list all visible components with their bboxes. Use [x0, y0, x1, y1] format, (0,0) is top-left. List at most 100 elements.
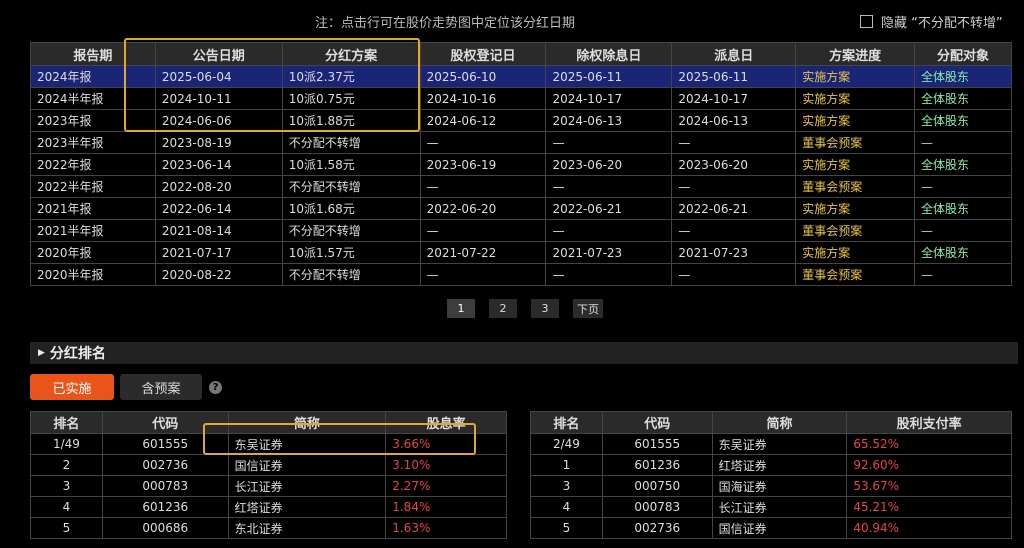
table-row[interactable]: 2020年报 2021-07-17 10派1.57元 2021-07-22 20…: [30, 241, 1012, 264]
cell: 2021-07-23: [545, 241, 673, 264]
cell: 全体股东: [914, 197, 1012, 220]
cell: 国信证券: [227, 454, 387, 476]
cell: 2023-08-19: [154, 131, 283, 154]
cell: 2025-06-10: [419, 65, 547, 88]
table-row[interactable]: 5 000686 东北证券 1.63%: [30, 517, 507, 539]
cell: 2022-06-21: [671, 197, 797, 220]
cell: 2024-06-13: [671, 109, 797, 132]
cell: 实施方案: [795, 87, 916, 110]
table-row[interactable]: 2023半年报 2023-08-19 不分配不转增 — — — 董事会预案 —: [30, 131, 1012, 154]
cell: 10派1.68元: [281, 197, 421, 220]
col-header-announce-date[interactable]: 公告日期: [154, 42, 283, 66]
col-header-progress[interactable]: 方案进度: [795, 42, 916, 66]
cell: 1: [530, 454, 603, 476]
next-page-button[interactable]: 下页: [573, 299, 603, 318]
cell: 3.66%: [385, 433, 507, 455]
table-row[interactable]: 2021年报 2022-06-14 10派1.68元 2022-06-20 20…: [30, 197, 1012, 220]
table-row[interactable]: 2/49 601555 东吴证券 65.52%: [530, 433, 1012, 455]
cell: 4: [530, 496, 603, 518]
table-row[interactable]: 5 002736 国信证券 40.94%: [530, 517, 1012, 539]
cell: 不分配不转增: [281, 219, 421, 242]
payout-ratio-ranking-table: 排名 代码 简称 股利支付率 2/49 601555 东吴证券 65.52% 1…: [530, 411, 1012, 539]
cell: —: [671, 263, 797, 286]
table-row[interactable]: 3 000750 国海证券 53.67%: [530, 475, 1012, 497]
table-row[interactable]: 2024半年报 2024-10-11 10派0.75元 2024-10-16 2…: [30, 87, 1012, 110]
with-plan-tab[interactable]: 含预案: [120, 374, 202, 400]
page-button-2[interactable]: 2: [489, 299, 517, 318]
cell: 2021半年报: [30, 219, 156, 242]
table-row[interactable]: 1 601236 红塔证券 92.60%: [530, 454, 1012, 476]
cell: 2020-08-22: [154, 263, 283, 286]
cell: 601236: [101, 496, 229, 518]
cell: 实施方案: [795, 197, 916, 220]
col-header-pay-date[interactable]: 派息日: [671, 42, 797, 66]
cell: —: [671, 175, 797, 198]
cell: 2024-10-16: [419, 87, 547, 110]
cell: 10派1.88元: [281, 109, 421, 132]
cell: 2024半年报: [30, 87, 156, 110]
cell: 东吴证券: [711, 433, 848, 455]
cell: 2023-06-14: [154, 153, 283, 176]
cell: —: [419, 219, 547, 242]
cell: 实施方案: [795, 65, 916, 88]
table-row[interactable]: 4 601236 红塔证券 1.84%: [30, 496, 507, 518]
hide-toggle-label: 隐藏 “不分配不转增”: [881, 16, 1003, 31]
cell: 董事会预案: [795, 219, 916, 242]
cell: 2024-06-06: [154, 109, 283, 132]
table-row[interactable]: 4 000783 长江证券 45.21%: [530, 496, 1012, 518]
page-button-3[interactable]: 3: [531, 299, 559, 318]
cell: 2.27%: [385, 475, 507, 497]
col-header-name: 简称: [227, 411, 387, 434]
col-header-target[interactable]: 分配对象: [914, 42, 1012, 66]
table-row[interactable]: 2020半年报 2020-08-22 不分配不转增 — — — 董事会预案 —: [30, 263, 1012, 286]
cell: 000783: [601, 496, 713, 518]
cell: 5: [30, 517, 103, 539]
cell: 2022-06-20: [419, 197, 547, 220]
table-header-row: 排名 代码 简称 股利支付率: [530, 411, 1012, 434]
cell: 国信证券: [711, 517, 848, 539]
help-icon[interactable]: ?: [209, 381, 222, 394]
table-row[interactable]: 1/49 601555 东吴证券 3.66%: [30, 433, 507, 455]
table-header-row: 报告期 公告日期 分红方案 股权登记日 除权除息日 派息日 方案进度 分配对象: [30, 42, 1012, 66]
col-header-report-period[interactable]: 报告期: [30, 42, 156, 66]
table-row[interactable]: 3 000783 长江证券 2.27%: [30, 475, 507, 497]
cell: 10派0.75元: [281, 87, 421, 110]
cell: 2022年报: [30, 153, 156, 176]
cell: 2021年报: [30, 197, 156, 220]
cell: 2021-07-23: [671, 241, 797, 264]
col-header-ex-date[interactable]: 除权除息日: [545, 42, 673, 66]
cell: 红塔证券: [227, 496, 387, 518]
col-header-plan[interactable]: 分红方案: [281, 42, 421, 66]
table-row[interactable]: 2024年报 2025-06-04 10派2.37元 2025-06-10 20…: [30, 65, 1012, 88]
cell: 2024-10-11: [154, 87, 283, 110]
implemented-tab[interactable]: 已实施: [30, 374, 114, 400]
col-header-record-date[interactable]: 股权登记日: [419, 42, 547, 66]
cell: 002736: [101, 454, 229, 476]
cell: 2021-07-22: [419, 241, 547, 264]
table-row[interactable]: 2022年报 2023-06-14 10派1.58元 2023-06-19 20…: [30, 153, 1012, 176]
cell: —: [914, 131, 1012, 154]
cell: 2022-06-21: [545, 197, 673, 220]
cell: 10派2.37元: [281, 65, 421, 88]
cell: 红塔证券: [711, 454, 848, 476]
cell: 长江证券: [227, 475, 387, 497]
cell: 2020年报: [30, 241, 156, 264]
cell: 东吴证券: [227, 433, 387, 455]
table-row[interactable]: 2 002736 国信证券 3.10%: [30, 454, 507, 476]
table-row[interactable]: 2021半年报 2021-08-14 不分配不转增 — — — 董事会预案 —: [30, 219, 1012, 242]
table-row[interactable]: 2023年报 2024-06-06 10派1.88元 2024-06-12 20…: [30, 109, 1012, 132]
hide-no-dividend-toggle[interactable]: 隐藏 “不分配不转增”: [860, 12, 1003, 31]
pagination: 1 2 3 下页: [447, 299, 603, 318]
cell: —: [545, 131, 673, 154]
cell: 2022-08-20: [154, 175, 283, 198]
dividend-ranking-section[interactable]: ▶ 分红排名: [30, 342, 1018, 364]
dividend-table: 报告期 公告日期 分红方案 股权登记日 除权除息日 派息日 方案进度 分配对象 …: [30, 42, 1012, 286]
cell: 2025-06-11: [671, 65, 797, 88]
table-row[interactable]: 2022半年报 2022-08-20 不分配不转增 — — — 董事会预案 —: [30, 175, 1012, 198]
checkbox-icon[interactable]: [860, 15, 873, 28]
cell: 全体股东: [914, 65, 1012, 88]
cell: 2024年报: [30, 65, 156, 88]
page-button-1[interactable]: 1: [447, 299, 475, 318]
cell: —: [545, 175, 673, 198]
cell: 国海证券: [711, 475, 848, 497]
